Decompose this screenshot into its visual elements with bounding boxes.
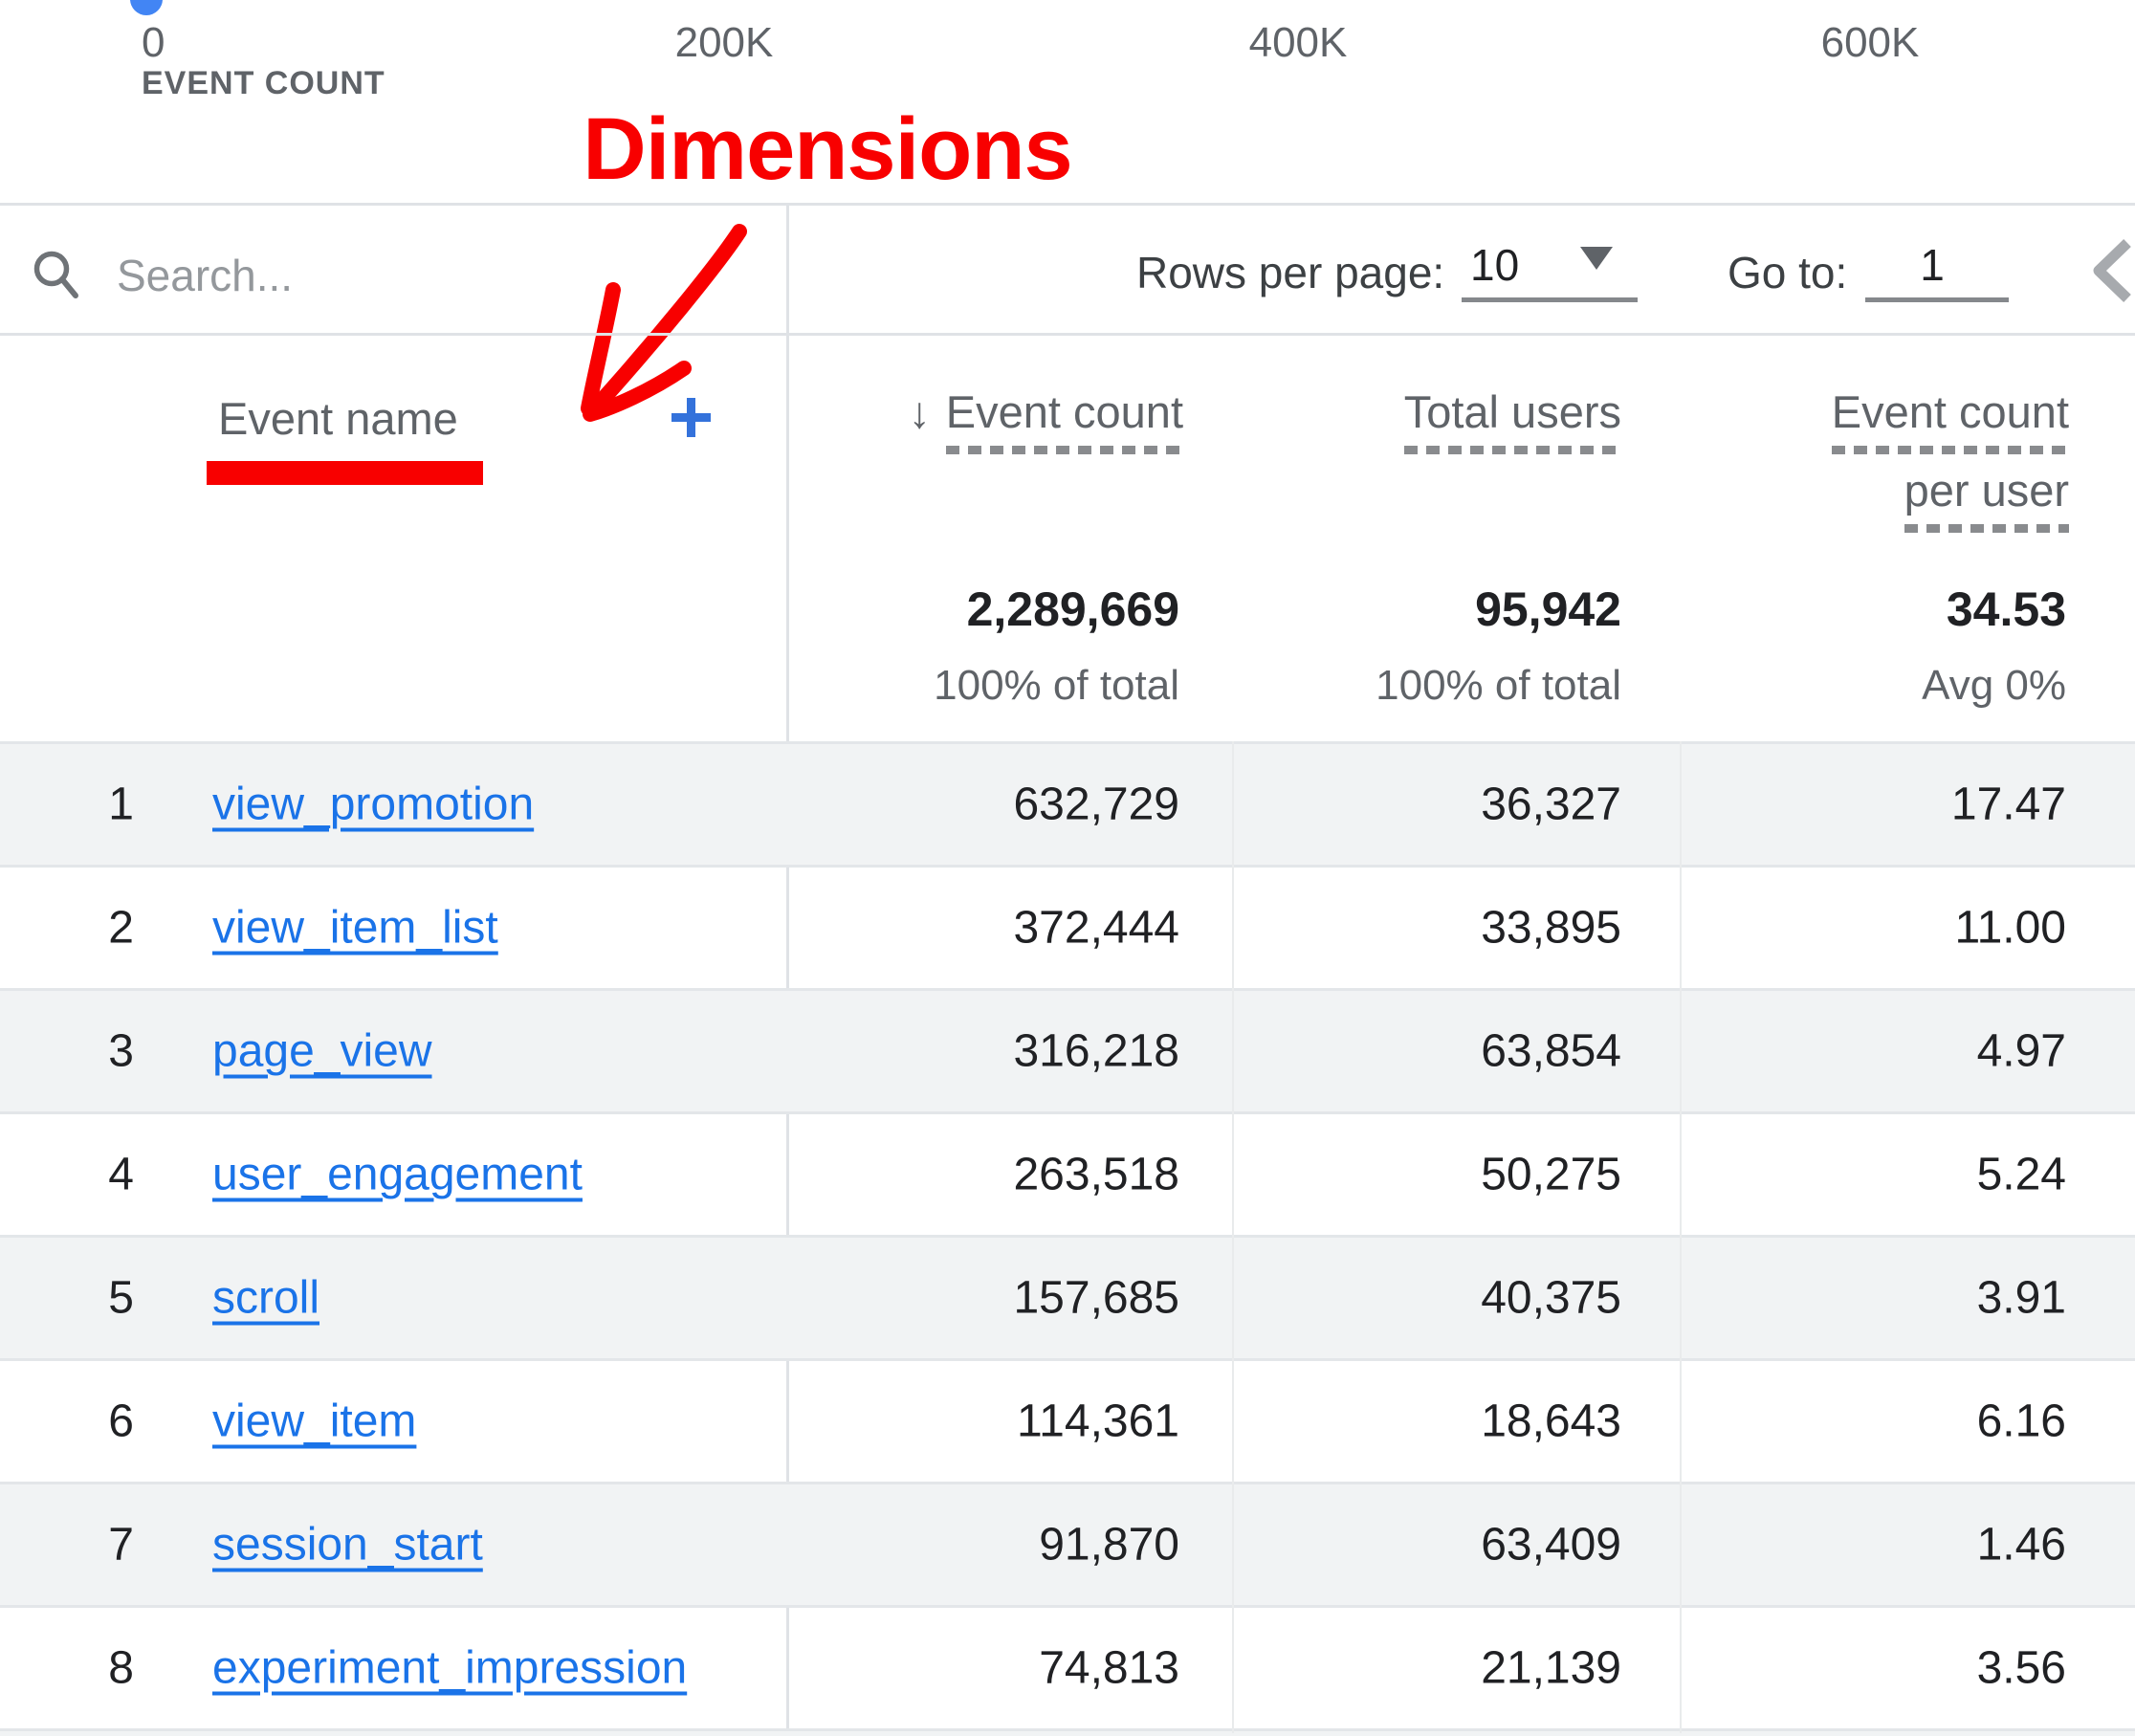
row-index: 4 — [77, 1149, 134, 1201]
total-users-header-label: Total users — [1404, 386, 1621, 437]
event-count-cell: 157,685 — [1013, 1272, 1179, 1325]
axis-tick-0: 0 — [142, 19, 165, 67]
total-users-cell: 63,409 — [1481, 1519, 1621, 1571]
chevron-left-icon[interactable] — [2089, 236, 2135, 305]
event-count-cell: 316,218 — [1013, 1025, 1179, 1078]
annotation-dimensions-label: Dimensions — [574, 99, 1081, 200]
total-users-cell: 40,375 — [1481, 1272, 1621, 1325]
total-users-cell: 18,643 — [1481, 1395, 1621, 1448]
event-count-per-user-cell: 6.16 — [1977, 1395, 2066, 1448]
add-dimension-button[interactable] — [670, 396, 713, 439]
divider-top — [0, 203, 2135, 206]
row-index: 6 — [77, 1395, 134, 1448]
total-users-total-value: 95,942 — [1376, 582, 1621, 637]
table-row: 4 user_engagement 263,518 50,275 5.24 — [0, 1111, 2135, 1235]
event-name-column-header[interactable]: Event name — [218, 392, 458, 445]
event-count-cell: 114,361 — [1017, 1395, 1179, 1448]
row-index: 1 — [77, 779, 134, 831]
axis-tick-600k: 600K — [1765, 19, 1975, 67]
event-count-per-user-total-sub: Avg 0% — [1922, 662, 2066, 710]
total-users-column-header[interactable]: Total users — [1404, 387, 1621, 454]
event-count-per-user-totals: 34.53 Avg 0% — [1922, 582, 2066, 710]
table-row: 3 page_view 316,218 63,854 4.97 — [0, 988, 2135, 1111]
dashed-underline — [1832, 446, 2069, 454]
event-count-cell: 372,444 — [1013, 902, 1179, 955]
table-row: 2 view_item_list 372,444 33,895 11.00 — [0, 865, 2135, 988]
axis-title-event-count: EVENT COUNT — [142, 65, 385, 102]
total-users-cell: 21,139 — [1481, 1642, 1621, 1695]
event-count-per-user-cell: 4.97 — [1977, 1025, 2066, 1078]
event-count-per-user-cell: 1.46 — [1977, 1519, 2066, 1571]
scatter-point — [130, 0, 163, 15]
annotation-arrow-icon — [531, 206, 789, 450]
event-name-link[interactable]: experiment_impression — [212, 1642, 687, 1695]
event-count-cell: 74,813 — [1039, 1642, 1179, 1695]
event-name-link[interactable]: scroll — [212, 1272, 319, 1325]
event-count-total-sub: 100% of total — [934, 662, 1179, 710]
table-row-partial — [0, 1728, 2135, 1736]
event-count-cell: 91,870 — [1039, 1519, 1179, 1571]
table-row: 8 experiment_impression 74,813 21,139 3.… — [0, 1605, 2135, 1728]
go-to-underline — [1865, 297, 2009, 302]
event-count-per-user-cell: 3.56 — [1977, 1642, 2066, 1695]
rows-per-page-label: Rows per page: — [1136, 247, 1444, 298]
total-users-cell: 50,275 — [1481, 1149, 1621, 1201]
annotation-red-underline — [207, 461, 483, 485]
event-name-link[interactable]: page_view — [212, 1025, 432, 1078]
axis-tick-200k: 200K — [619, 19, 829, 67]
event-count-per-user-column-header[interactable]: Event count per user — [1832, 387, 2069, 533]
sort-descending-icon[interactable]: ↓ — [909, 387, 931, 437]
axis-tick-400k: 400K — [1193, 19, 1403, 67]
search-icon[interactable] — [33, 250, 80, 301]
total-users-cell: 36,327 — [1481, 779, 1621, 831]
divider-toolbar — [0, 333, 2135, 336]
rows-per-page-underline — [1462, 297, 1638, 302]
total-users-cell: 33,895 — [1481, 902, 1621, 955]
total-users-cell: 63,854 — [1481, 1025, 1621, 1078]
row-index: 5 — [77, 1272, 134, 1325]
dashed-underline — [1404, 446, 1621, 454]
event-name-link[interactable]: view_promotion — [212, 779, 534, 831]
event-name-link[interactable]: view_item_list — [212, 902, 498, 955]
table-row: 1 view_promotion 632,729 36,327 17.47 — [0, 741, 2135, 865]
event-count-per-user-header-line1: Event count — [1832, 386, 2069, 437]
event-count-cell: 632,729 — [1013, 779, 1179, 831]
total-users-totals: 95,942 100% of total — [1376, 582, 1621, 710]
row-index: 3 — [77, 1025, 134, 1078]
table-row: 6 view_item 114,361 18,643 6.16 — [0, 1358, 2135, 1482]
table-rows: 1 view_promotion 632,729 36,327 17.47 2 … — [0, 741, 2135, 1736]
table-row: 5 scroll 157,685 40,375 3.91 — [0, 1235, 2135, 1358]
event-count-cell: 263,518 — [1013, 1149, 1179, 1201]
chevron-down-icon[interactable] — [1580, 247, 1613, 270]
event-count-totals: 2,289,669 100% of total — [934, 582, 1179, 710]
event-count-per-user-cell: 11.00 — [1954, 902, 2066, 955]
event-count-per-user-cell: 17.47 — [1951, 779, 2066, 831]
event-name-link[interactable]: session_start — [212, 1519, 483, 1571]
event-count-per-user-total-value: 34.53 — [1922, 582, 2066, 637]
row-index: 8 — [77, 1642, 134, 1695]
go-to-label: Go to: — [1728, 247, 1847, 298]
event-count-per-user-header-line2: per user — [1904, 465, 2069, 516]
go-to-input[interactable]: 1 — [1875, 239, 1990, 291]
table-row: 7 session_start 91,870 63,409 1.46 — [0, 1482, 2135, 1605]
total-users-total-sub: 100% of total — [1376, 662, 1621, 710]
event-count-per-user-cell: 5.24 — [1977, 1149, 2066, 1201]
row-index: 2 — [77, 902, 134, 955]
event-name-link[interactable]: user_engagement — [212, 1149, 583, 1201]
event-name-link[interactable]: view_item — [212, 1395, 416, 1448]
dashed-underline — [1904, 524, 2069, 533]
row-index: 7 — [77, 1519, 134, 1571]
event-count-total-value: 2,289,669 — [934, 582, 1179, 637]
search-input[interactable]: Search... — [117, 250, 293, 301]
event-count-header-label: Event count — [946, 386, 1183, 437]
event-count-per-user-cell: 3.91 — [1977, 1272, 2066, 1325]
rows-per-page-select[interactable]: 10 — [1470, 239, 1519, 291]
event-count-column-header[interactable]: ↓ Event count — [909, 387, 1183, 454]
dashed-underline — [946, 446, 1183, 454]
